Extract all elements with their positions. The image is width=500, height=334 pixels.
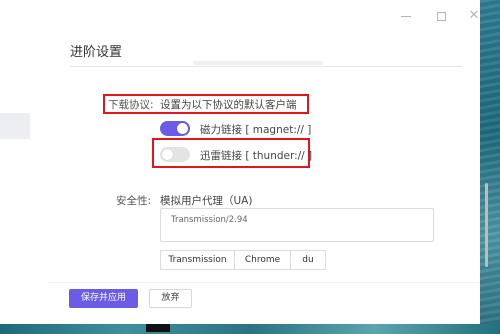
maximize-button[interactable] (433, 8, 449, 24)
thunder-toggle[interactable] (160, 147, 190, 162)
preset-chrome-button[interactable]: Chrome (234, 250, 291, 270)
sidebar-selected-item[interactable] (0, 113, 30, 139)
footer-divider (48, 282, 480, 283)
title-bar: ✕ (48, 0, 480, 34)
taskbar-fragment (146, 324, 170, 332)
vertical-scrollbar[interactable] (485, 183, 488, 267)
protocol-label: 下载协议: (108, 99, 154, 111)
user-agent-input[interactable]: Transmission/2.94 (160, 208, 434, 242)
preset-du-button[interactable]: du (290, 250, 326, 270)
toggle-knob (162, 149, 173, 160)
save-apply-button[interactable]: 保存并应用 (69, 289, 138, 308)
magnet-toggle[interactable] (160, 121, 190, 136)
close-icon[interactable]: ✕ (466, 8, 482, 24)
minimize-button[interactable] (398, 8, 414, 24)
protocol-description: 设置为以下协议的默认客户端 (160, 99, 297, 111)
desktop-background-bottom (0, 324, 500, 334)
desktop-background (480, 0, 500, 334)
title-divider (70, 66, 462, 67)
discard-button[interactable]: 放弃 (149, 289, 192, 308)
collapsed-content-edge (193, 61, 323, 65)
ua-title: 模拟用户代理（UA) (160, 195, 253, 207)
magnet-option-label: 磁力链接 [ magnet:// ] (200, 124, 312, 136)
security-label: 安全性: (116, 195, 152, 207)
toggle-knob (177, 123, 188, 134)
left-sidebar (0, 0, 49, 324)
advanced-settings-dialog: ✕ 进阶设置 下载协议: 设置为以下协议的默认客户端 磁力链接 [ magnet… (48, 0, 488, 324)
thunder-option-label: 迅雷链接 [ thunder:// ] (200, 150, 313, 162)
dialog-title: 进阶设置 (70, 45, 123, 60)
preset-transmission-button[interactable]: Transmission (160, 250, 235, 270)
